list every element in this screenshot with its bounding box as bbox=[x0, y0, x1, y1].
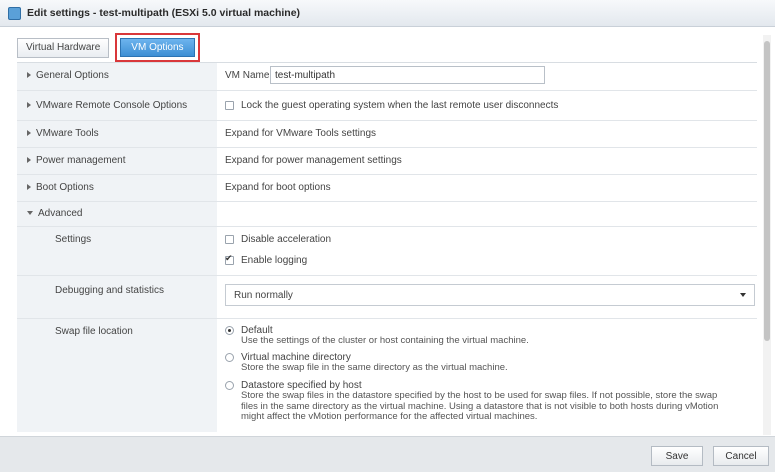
enable-logging-label: Enable logging bbox=[241, 255, 308, 266]
scrollbar-thumb[interactable] bbox=[764, 41, 770, 341]
row-header-vmrc[interactable]: VMware Remote Console Options bbox=[17, 91, 217, 120]
swap-vm-directory-desc: Store the swap file in the same director… bbox=[241, 362, 508, 373]
row-vmrc-options: VMware Remote Console Options Lock the g… bbox=[17, 91, 757, 121]
vm-name-input[interactable] bbox=[270, 66, 545, 84]
row-debugging: Debugging and statistics Run normally bbox=[17, 276, 757, 319]
lock-guest-os-label: Lock the guest operating system when the… bbox=[241, 100, 559, 111]
caret-right-icon bbox=[27, 184, 31, 191]
general-options-label: General Options bbox=[36, 70, 109, 81]
dialog-titlebar: Edit settings - test-multipath (ESXi 5.0… bbox=[0, 0, 775, 27]
vmrc-options-label: VMware Remote Console Options bbox=[36, 100, 188, 111]
row-settings: Settings Disable acceleration Enable log… bbox=[17, 227, 757, 276]
debugging-select[interactable]: Run normally bbox=[225, 284, 755, 306]
dialog-footer: Save Cancel bbox=[0, 436, 775, 472]
chevron-down-icon bbox=[740, 293, 746, 297]
row-swap-file: Swap file location Default Use the setti… bbox=[17, 319, 757, 432]
power-management-label: Power management bbox=[36, 155, 126, 166]
row-header-tools[interactable]: VMware Tools bbox=[17, 121, 217, 147]
boot-options-hint: Expand for boot options bbox=[225, 182, 331, 193]
row-power-management: Power management Expand for power manage… bbox=[17, 148, 757, 175]
debugging-selected-value: Run normally bbox=[234, 290, 293, 301]
vmware-tools-hint: Expand for VMware Tools settings bbox=[225, 128, 377, 139]
swap-default-radio[interactable] bbox=[225, 326, 234, 335]
caret-right-icon bbox=[27, 102, 31, 109]
caret-down-icon bbox=[27, 211, 33, 216]
enable-logging-checkbox[interactable] bbox=[225, 253, 234, 265]
save-button[interactable]: Save bbox=[651, 446, 703, 466]
caret-right-icon bbox=[27, 72, 31, 79]
row-vmware-tools: VMware Tools Expand for VMware Tools set… bbox=[17, 121, 757, 148]
advanced-label: Advanced bbox=[38, 208, 83, 219]
caret-right-icon bbox=[27, 157, 31, 164]
vm-settings-icon bbox=[8, 6, 21, 20]
debugging-label: Debugging and statistics bbox=[55, 285, 164, 296]
vmware-tools-label: VMware Tools bbox=[36, 128, 99, 139]
power-management-hint: Expand for power management settings bbox=[225, 155, 402, 166]
disable-acceleration-label: Disable acceleration bbox=[241, 234, 332, 245]
vertical-scrollbar[interactable] bbox=[763, 35, 771, 435]
row-header-boot[interactable]: Boot Options bbox=[17, 175, 217, 201]
tab-bar: Virtual Hardware VM Options bbox=[17, 33, 200, 62]
row-header-power[interactable]: Power management bbox=[17, 148, 217, 174]
row-header-advanced[interactable]: Advanced bbox=[17, 202, 217, 226]
disable-acceleration-checkbox[interactable] bbox=[225, 235, 234, 244]
tab-vm-options-highlight: VM Options bbox=[115, 33, 200, 62]
cancel-button[interactable]: Cancel bbox=[713, 446, 769, 466]
row-advanced: Advanced bbox=[17, 202, 757, 227]
caret-right-icon bbox=[27, 130, 31, 137]
settings-label: Settings bbox=[55, 234, 92, 245]
swap-default-desc: Use the settings of the cluster or host … bbox=[241, 335, 529, 346]
settings-grid: General Options VM Name: VMware Remote C… bbox=[17, 62, 757, 432]
tab-vm-options[interactable]: VM Options bbox=[120, 38, 195, 57]
swap-vm-directory-radio[interactable] bbox=[225, 353, 234, 362]
boot-options-label: Boot Options bbox=[36, 182, 94, 193]
row-general-options: General Options VM Name: bbox=[17, 63, 757, 91]
vm-name-label: VM Name: bbox=[225, 70, 273, 81]
row-boot-options: Boot Options Expand for boot options bbox=[17, 175, 757, 202]
row-header-general[interactable]: General Options bbox=[17, 63, 217, 90]
swap-datastore-radio[interactable] bbox=[225, 381, 234, 390]
tab-virtual-hardware[interactable]: Virtual Hardware bbox=[17, 37, 110, 58]
swap-file-label: Swap file location bbox=[55, 326, 133, 337]
lock-guest-os-checkbox[interactable] bbox=[225, 101, 234, 110]
swap-datastore-desc: Store the swap files in the datastore sp… bbox=[241, 390, 719, 422]
dialog-title: Edit settings - test-multipath (ESXi 5.0… bbox=[27, 7, 301, 19]
